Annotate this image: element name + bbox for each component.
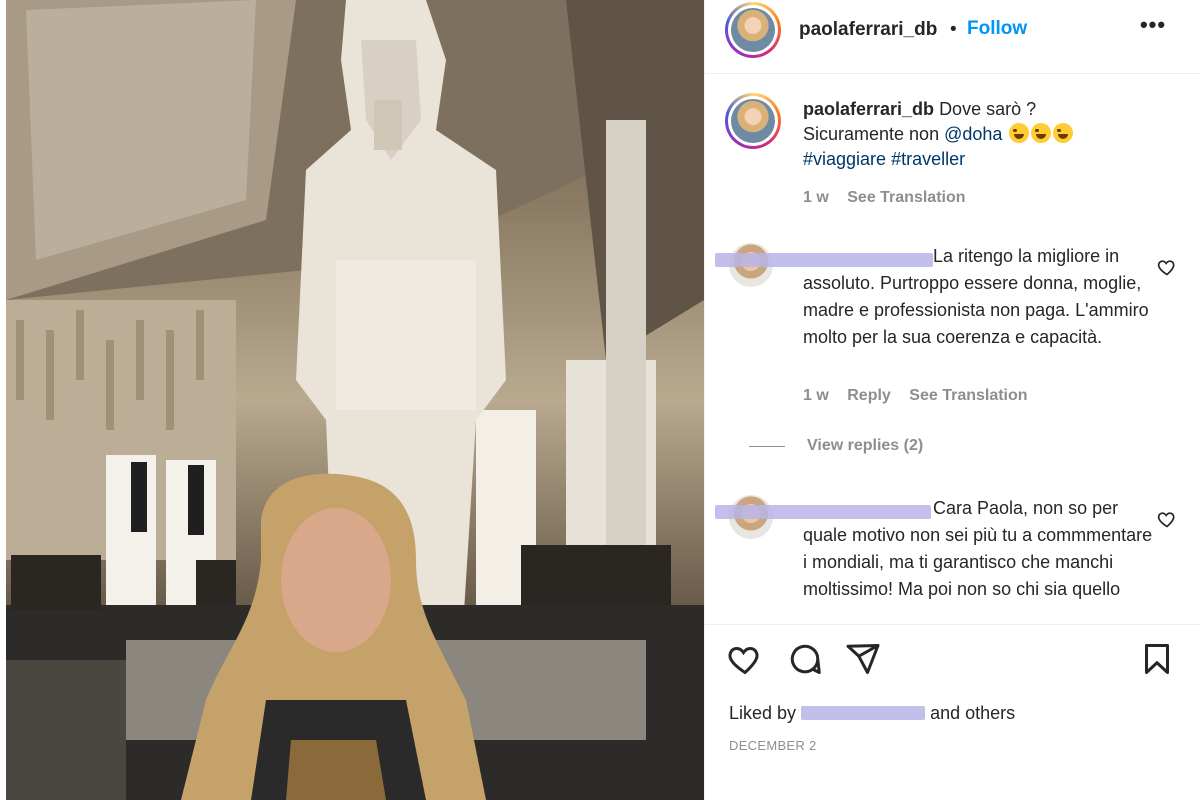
post-header: paolaferrari_db • Follow ••• <box>705 0 1200 74</box>
like-comment-heart-icon[interactable] <box>1157 257 1177 277</box>
crying-laughing-emoji-icon <box>1053 123 1074 143</box>
post-side-panel: paolaferrari_db • Follow ••• paolaferrar… <box>704 0 1200 800</box>
hashtag-link[interactable]: #viaggiare <box>803 149 886 169</box>
more-options-icon[interactable]: ••• <box>1135 12 1171 42</box>
header-username[interactable]: paolaferrari_db <box>799 19 937 41</box>
profile-avatar[interactable] <box>725 2 781 58</box>
redacted-liker <box>801 706 926 720</box>
comment-text: Cara Paola, non so per quale motivo non … <box>803 498 1153 599</box>
bookmark-icon[interactable] <box>1139 641 1175 677</box>
post-actions-bar: Liked by and others DECEMBER 2 <box>705 624 1200 800</box>
liked-by-suffix: and others <box>930 703 1016 723</box>
liked-by-prefix: Liked by <box>729 703 797 723</box>
comment-time: 1 w <box>803 387 829 404</box>
caption-line-1: Dove sarò ? <box>939 99 1037 119</box>
liked-by-text[interactable]: Liked by and others <box>729 703 1015 724</box>
follow-button[interactable]: Follow <box>967 18 1027 40</box>
separator-dot: • <box>950 19 957 40</box>
share-icon[interactable] <box>845 641 881 677</box>
comment-meta: 1 w Reply See Translation <box>803 387 1042 405</box>
view-replies-button[interactable]: View replies (2) <box>748 437 923 455</box>
museum-scene-image <box>6 0 704 800</box>
crying-laughing-emoji-icon <box>1009 123 1030 143</box>
instagram-post-view: paolaferrari_db • Follow ••• paolaferrar… <box>0 0 1200 800</box>
comment-icon[interactable] <box>787 641 823 677</box>
hashtag-link[interactable]: #traveller <box>891 149 965 169</box>
reply-button[interactable]: Reply <box>847 387 891 404</box>
caption-text: paolaferrari_db Dove sarò ? Sicuramente … <box>803 97 1183 172</box>
caption-time: 1 w <box>803 189 829 206</box>
caption-line-2: Sicuramente non <box>803 124 940 144</box>
post-date[interactable]: DECEMBER 2 <box>729 738 817 753</box>
crying-laughing-emoji-icon <box>1031 123 1052 143</box>
caption-see-translation[interactable]: See Translation <box>847 189 965 206</box>
like-comment-heart-icon[interactable] <box>1157 509 1177 529</box>
post-photo[interactable] <box>6 0 704 800</box>
caption-meta: 1 w See Translation <box>803 189 980 207</box>
comment-see-translation[interactable]: See Translation <box>909 387 1027 404</box>
heart-icon[interactable] <box>727 641 763 677</box>
caption-username[interactable]: paolaferrari_db <box>803 99 934 119</box>
mention-link[interactable]: @doha <box>944 124 1002 144</box>
comments-list[interactable]: paolaferrari_db Dove sarò ? Sicuramente … <box>705 75 1200 623</box>
comment-text: La ritengo la migliore in assoluto. Purt… <box>803 246 1149 347</box>
caption-avatar[interactable] <box>725 93 781 149</box>
